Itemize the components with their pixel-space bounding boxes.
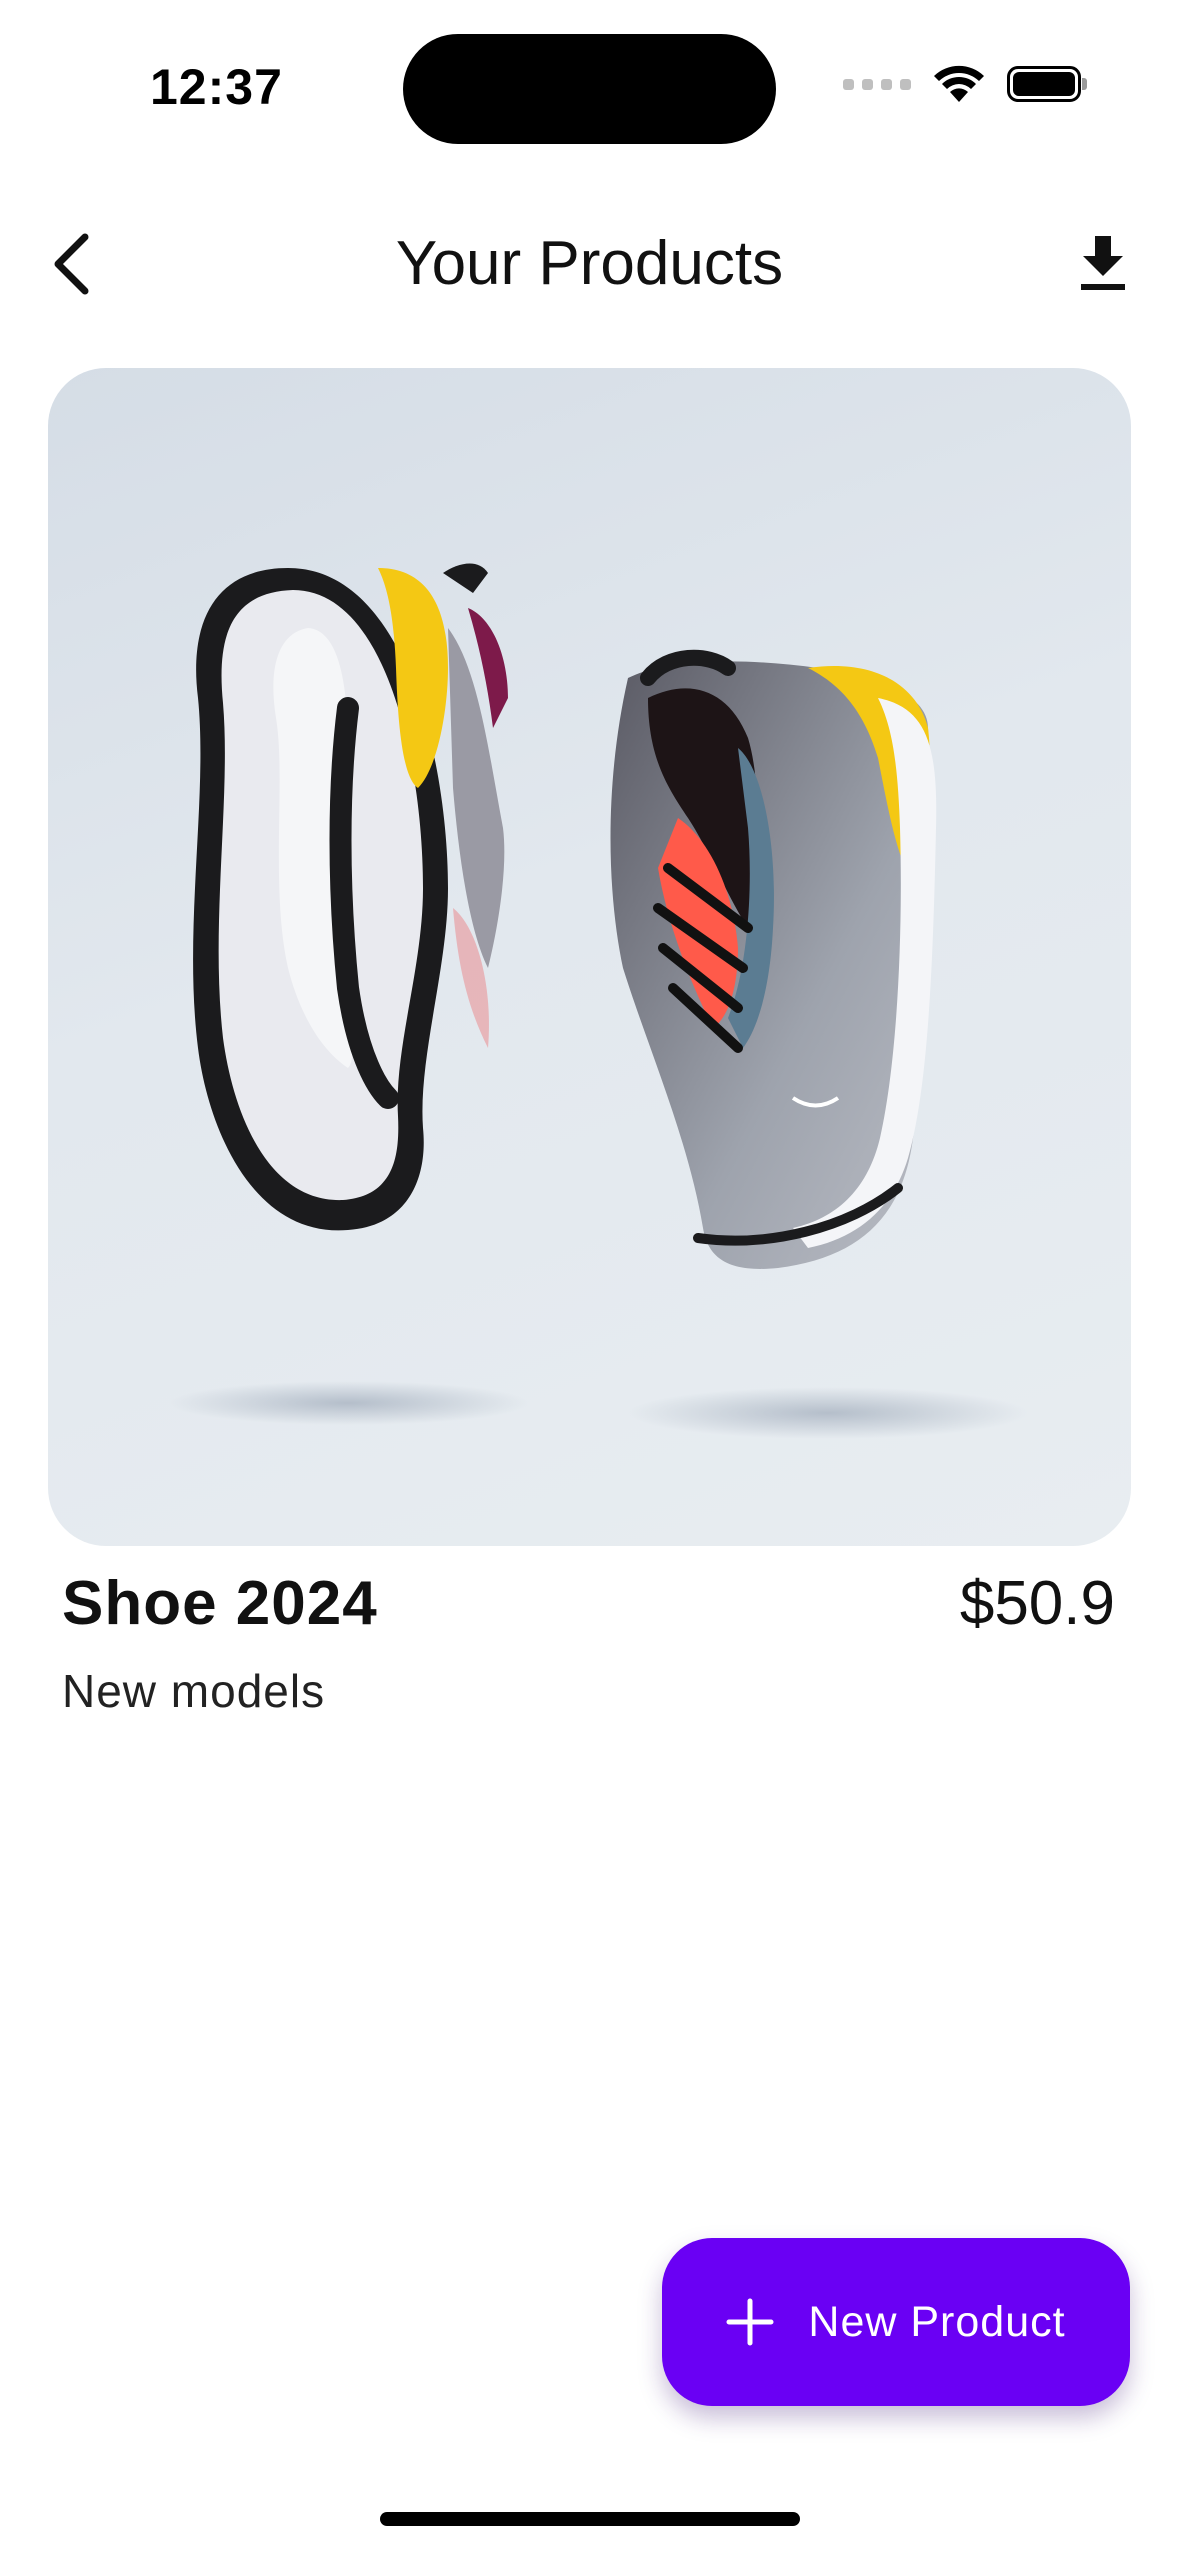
dynamic-island <box>403 34 776 144</box>
plus-icon <box>726 2298 774 2346</box>
download-icon <box>1081 236 1125 290</box>
home-indicator[interactable] <box>380 2512 800 2526</box>
screen: 12:37 Your Products Shoe 2024 $50.9 New … <box>0 0 1179 2556</box>
status-time: 12:37 <box>150 59 283 115</box>
product-name: Shoe 2024 <box>62 1569 378 1638</box>
battery-icon <box>1007 66 1087 102</box>
download-button[interactable] <box>1063 224 1143 304</box>
page-title: Your Products <box>395 229 784 298</box>
new-product-button[interactable]: New Product <box>662 2238 1130 2406</box>
product-card[interactable]: Shoe 2024 $50.9 New models <box>48 368 1131 1746</box>
product-price: $50.9 <box>959 1569 1115 1638</box>
product-subtitle: New models <box>62 1665 326 1717</box>
app-header: Your Products <box>0 210 1179 320</box>
product-info: Shoe 2024 $50.9 New models <box>48 1546 1131 1746</box>
new-product-label: New Product <box>808 2297 1066 2346</box>
status-icons <box>843 64 1087 104</box>
signal-icon <box>843 78 911 90</box>
sneaker-pair-image <box>48 368 1131 1546</box>
wifi-icon <box>934 65 984 102</box>
